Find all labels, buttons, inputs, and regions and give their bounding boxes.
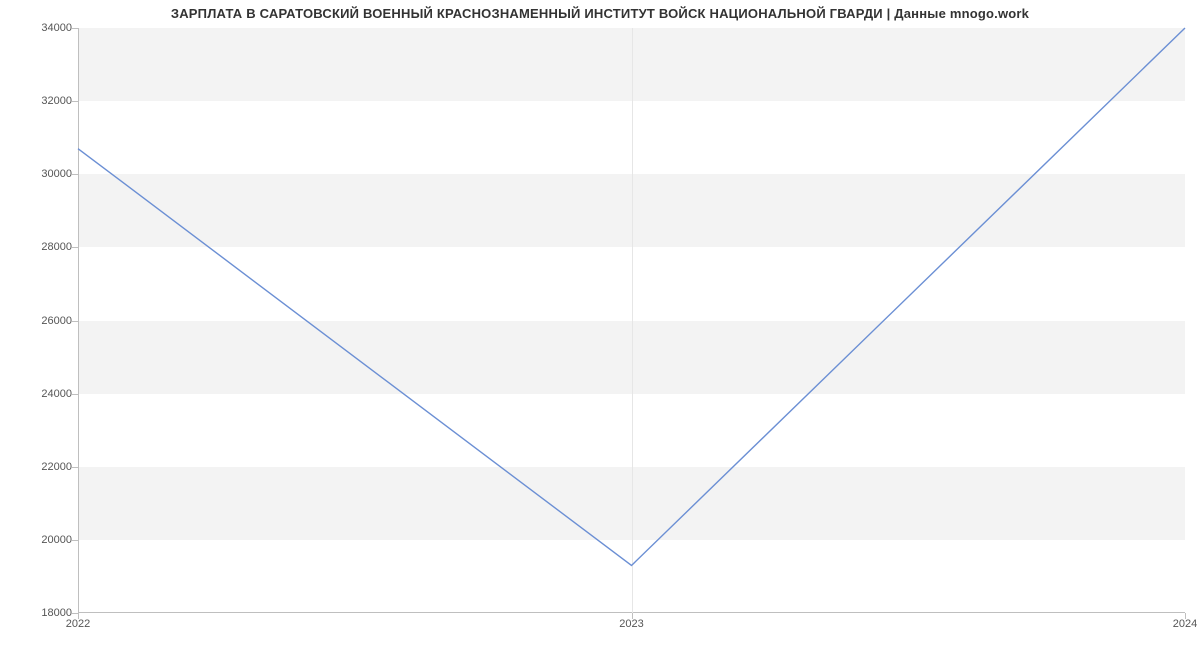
x-tick-mark bbox=[632, 613, 633, 619]
line-layer bbox=[78, 28, 1185, 613]
chart: ЗАРПЛАТА В САРАТОВСКИЙ ВОЕННЫЙ КРАСНОЗНА… bbox=[0, 0, 1200, 650]
x-tick-mark bbox=[78, 613, 79, 619]
y-tick-mark bbox=[72, 174, 78, 175]
y-tick-mark bbox=[72, 101, 78, 102]
y-tick-label: 20000 bbox=[12, 534, 72, 546]
chart-title: ЗАРПЛАТА В САРАТОВСКИЙ ВОЕННЫЙ КРАСНОЗНА… bbox=[0, 6, 1200, 21]
x-tick-mark bbox=[1185, 613, 1186, 619]
plot-area bbox=[78, 28, 1185, 613]
y-tick-mark bbox=[72, 394, 78, 395]
y-tick-mark bbox=[72, 467, 78, 468]
y-tick-mark bbox=[72, 540, 78, 541]
y-tick-label: 24000 bbox=[12, 388, 72, 400]
y-tick-label: 22000 bbox=[12, 461, 72, 473]
y-tick-label: 30000 bbox=[12, 168, 72, 180]
y-tick-label: 28000 bbox=[12, 241, 72, 253]
y-tick-mark bbox=[72, 247, 78, 248]
x-tick-label: 2024 bbox=[1173, 618, 1197, 630]
x-tick-label: 2022 bbox=[66, 618, 90, 630]
y-tick-mark bbox=[72, 28, 78, 29]
y-tick-label: 26000 bbox=[12, 315, 72, 327]
y-tick-label: 18000 bbox=[12, 607, 72, 619]
y-tick-mark bbox=[72, 321, 78, 322]
y-tick-label: 32000 bbox=[12, 95, 72, 107]
y-tick-label: 34000 bbox=[12, 22, 72, 34]
x-tick-label: 2023 bbox=[619, 618, 643, 630]
data-line bbox=[78, 28, 1185, 565]
